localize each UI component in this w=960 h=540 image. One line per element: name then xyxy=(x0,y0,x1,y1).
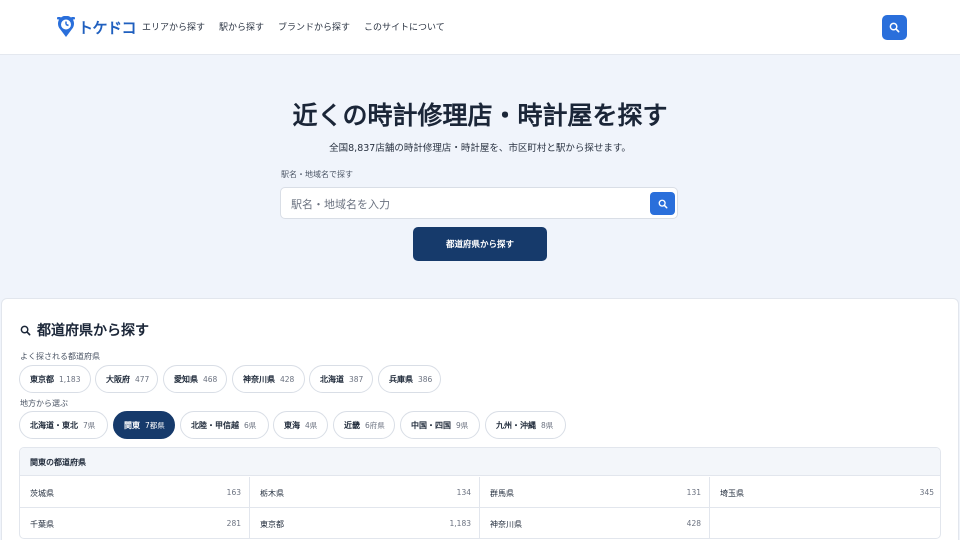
prefecture-search-button[interactable]: 都道府県から探す xyxy=(413,227,547,261)
logo-text: トケドコ xyxy=(78,18,137,37)
region-panel-title: 関東の都道府県 xyxy=(30,458,86,467)
chip-count: 7県 xyxy=(83,420,96,430)
station-search-input[interactable] xyxy=(291,194,641,214)
page-subtitle: 全国8,837店舗の時計修理店・時計屋を、市区町村と駅から探せます。 xyxy=(329,143,631,154)
chip-name: 中国・四国 xyxy=(411,420,451,430)
search-icon xyxy=(658,199,667,208)
header-search-button[interactable] xyxy=(882,15,907,40)
chip-name: 関東 xyxy=(124,420,140,430)
search-icon xyxy=(889,22,900,33)
prefecture-cell-ibaraki[interactable]: 茨城県 163 xyxy=(20,477,250,508)
prefecture-count: 281 xyxy=(226,519,241,528)
chip-name: 兵庫県 xyxy=(389,374,413,384)
chip-count: 387 xyxy=(349,374,364,384)
chip-count: 6県 xyxy=(244,420,257,430)
prefecture-cell-gunma[interactable]: 群馬県 131 xyxy=(480,477,710,508)
popular-label: よく探される都道府県 xyxy=(20,352,100,361)
prefecture-name: 茨城県 xyxy=(30,489,54,498)
main-nav: エリアから探す 駅から探す ブランドから探す このサイトについて xyxy=(142,20,445,33)
chip-count: 386 xyxy=(418,374,433,384)
prefecture-count: 1,183 xyxy=(449,519,471,528)
region-tab-hokkaido-tohoku[interactable]: 北海道・東北 7県 xyxy=(19,411,108,439)
prefecture-cell-tochigi[interactable]: 栃木県 134 xyxy=(250,477,480,508)
region-tab-kyushu-okinawa[interactable]: 九州・沖縄 8県 xyxy=(485,411,566,439)
chip-name: 近畿 xyxy=(344,420,360,430)
popular-chip-tokyo[interactable]: 東京都 1,183 xyxy=(19,365,91,393)
region-label: 地方から選ぶ xyxy=(20,399,68,408)
chip-count: 4県 xyxy=(305,420,318,430)
nav-brand[interactable]: ブランドから探す xyxy=(278,20,350,33)
nav-about[interactable]: このサイトについて xyxy=(364,20,445,33)
chip-name: 北海道 xyxy=(320,374,344,384)
chip-name: 愛知県 xyxy=(174,374,198,384)
station-search-submit[interactable] xyxy=(650,192,675,215)
prefecture-name: 埼玉県 xyxy=(720,489,744,498)
chip-count: 9県 xyxy=(456,420,469,430)
chip-count: 428 xyxy=(280,374,295,384)
chip-count: 468 xyxy=(203,374,218,384)
clock-pin-icon xyxy=(56,15,76,38)
prefecture-name: 東京都 xyxy=(260,520,284,529)
nav-area[interactable]: エリアから探す xyxy=(142,20,205,33)
popular-chip-hokkaido[interactable]: 北海道 387 xyxy=(309,365,373,393)
region-prefecture-panel: 関東の都道府県 茨城県 163 栃木県 134 群馬県 131 埼玉県 345 … xyxy=(19,447,941,539)
chip-count: 1,183 xyxy=(59,374,81,384)
prefecture-cell-chiba[interactable]: 千葉県 281 xyxy=(20,508,250,538)
popular-chip-aichi[interactable]: 愛知県 468 xyxy=(163,365,227,393)
popular-chip-kanagawa[interactable]: 神奈川県 428 xyxy=(232,365,305,393)
prefecture-cell-tokyo[interactable]: 東京都 1,183 xyxy=(250,508,480,538)
prefecture-count: 345 xyxy=(919,488,934,497)
popular-chip-hyogo[interactable]: 兵庫県 386 xyxy=(378,365,441,393)
site-logo[interactable]: トケドコ xyxy=(56,15,137,39)
prefecture-name: 栃木県 xyxy=(260,489,284,498)
station-search-box xyxy=(280,187,678,219)
prefecture-section-title: 都道府県から探す xyxy=(20,320,149,340)
prefecture-name: 千葉県 xyxy=(30,520,54,529)
prefecture-name: 神奈川県 xyxy=(490,520,522,529)
region-tab-chugoku-shikoku[interactable]: 中国・四国 9県 xyxy=(400,411,480,439)
chip-name: 東海 xyxy=(284,420,300,430)
chip-name: 東京都 xyxy=(30,374,54,384)
site-header: トケドコ エリアから探す 駅から探す ブランドから探す このサイトについて xyxy=(0,0,960,55)
section-title-text: 都道府県から探す xyxy=(37,323,149,339)
popular-chip-osaka[interactable]: 大阪府 477 xyxy=(95,365,158,393)
nav-station[interactable]: 駅から探す xyxy=(219,20,264,33)
prefecture-name: 群馬県 xyxy=(490,489,514,498)
chip-name: 神奈川県 xyxy=(243,374,275,384)
region-tab-kinki[interactable]: 近畿 6府県 xyxy=(333,411,395,439)
region-tab-hokuriku[interactable]: 北陸・甲信越 6県 xyxy=(180,411,269,439)
page-title: 近くの時計修理店・時計屋を探す xyxy=(292,101,668,130)
chip-name: 九州・沖縄 xyxy=(496,420,536,430)
prefecture-count: 131 xyxy=(686,488,701,497)
chip-count: 6府県 xyxy=(365,420,385,430)
region-panel-header: 関東の都道府県 xyxy=(20,448,940,476)
search-icon xyxy=(20,325,31,335)
prefecture-cell-kanagawa[interactable]: 神奈川県 428 xyxy=(480,508,710,538)
chip-count: 7都県 xyxy=(145,420,165,430)
chip-count: 8県 xyxy=(541,420,554,430)
chip-name: 大阪府 xyxy=(106,374,130,384)
prefecture-count: 134 xyxy=(456,488,471,497)
chip-count: 477 xyxy=(135,374,150,384)
search-label: 駅名・地域名で探す xyxy=(281,170,353,179)
chip-name: 北陸・甲信越 xyxy=(191,420,239,430)
prefecture-cell-saitama[interactable]: 埼玉県 345 xyxy=(710,477,940,508)
region-tab-kanto[interactable]: 関東 7都県 xyxy=(113,411,175,439)
prefecture-count: 163 xyxy=(226,488,241,497)
prefecture-count: 428 xyxy=(686,519,701,528)
region-tab-tokai[interactable]: 東海 4県 xyxy=(273,411,328,439)
chip-name: 北海道・東北 xyxy=(30,420,78,430)
